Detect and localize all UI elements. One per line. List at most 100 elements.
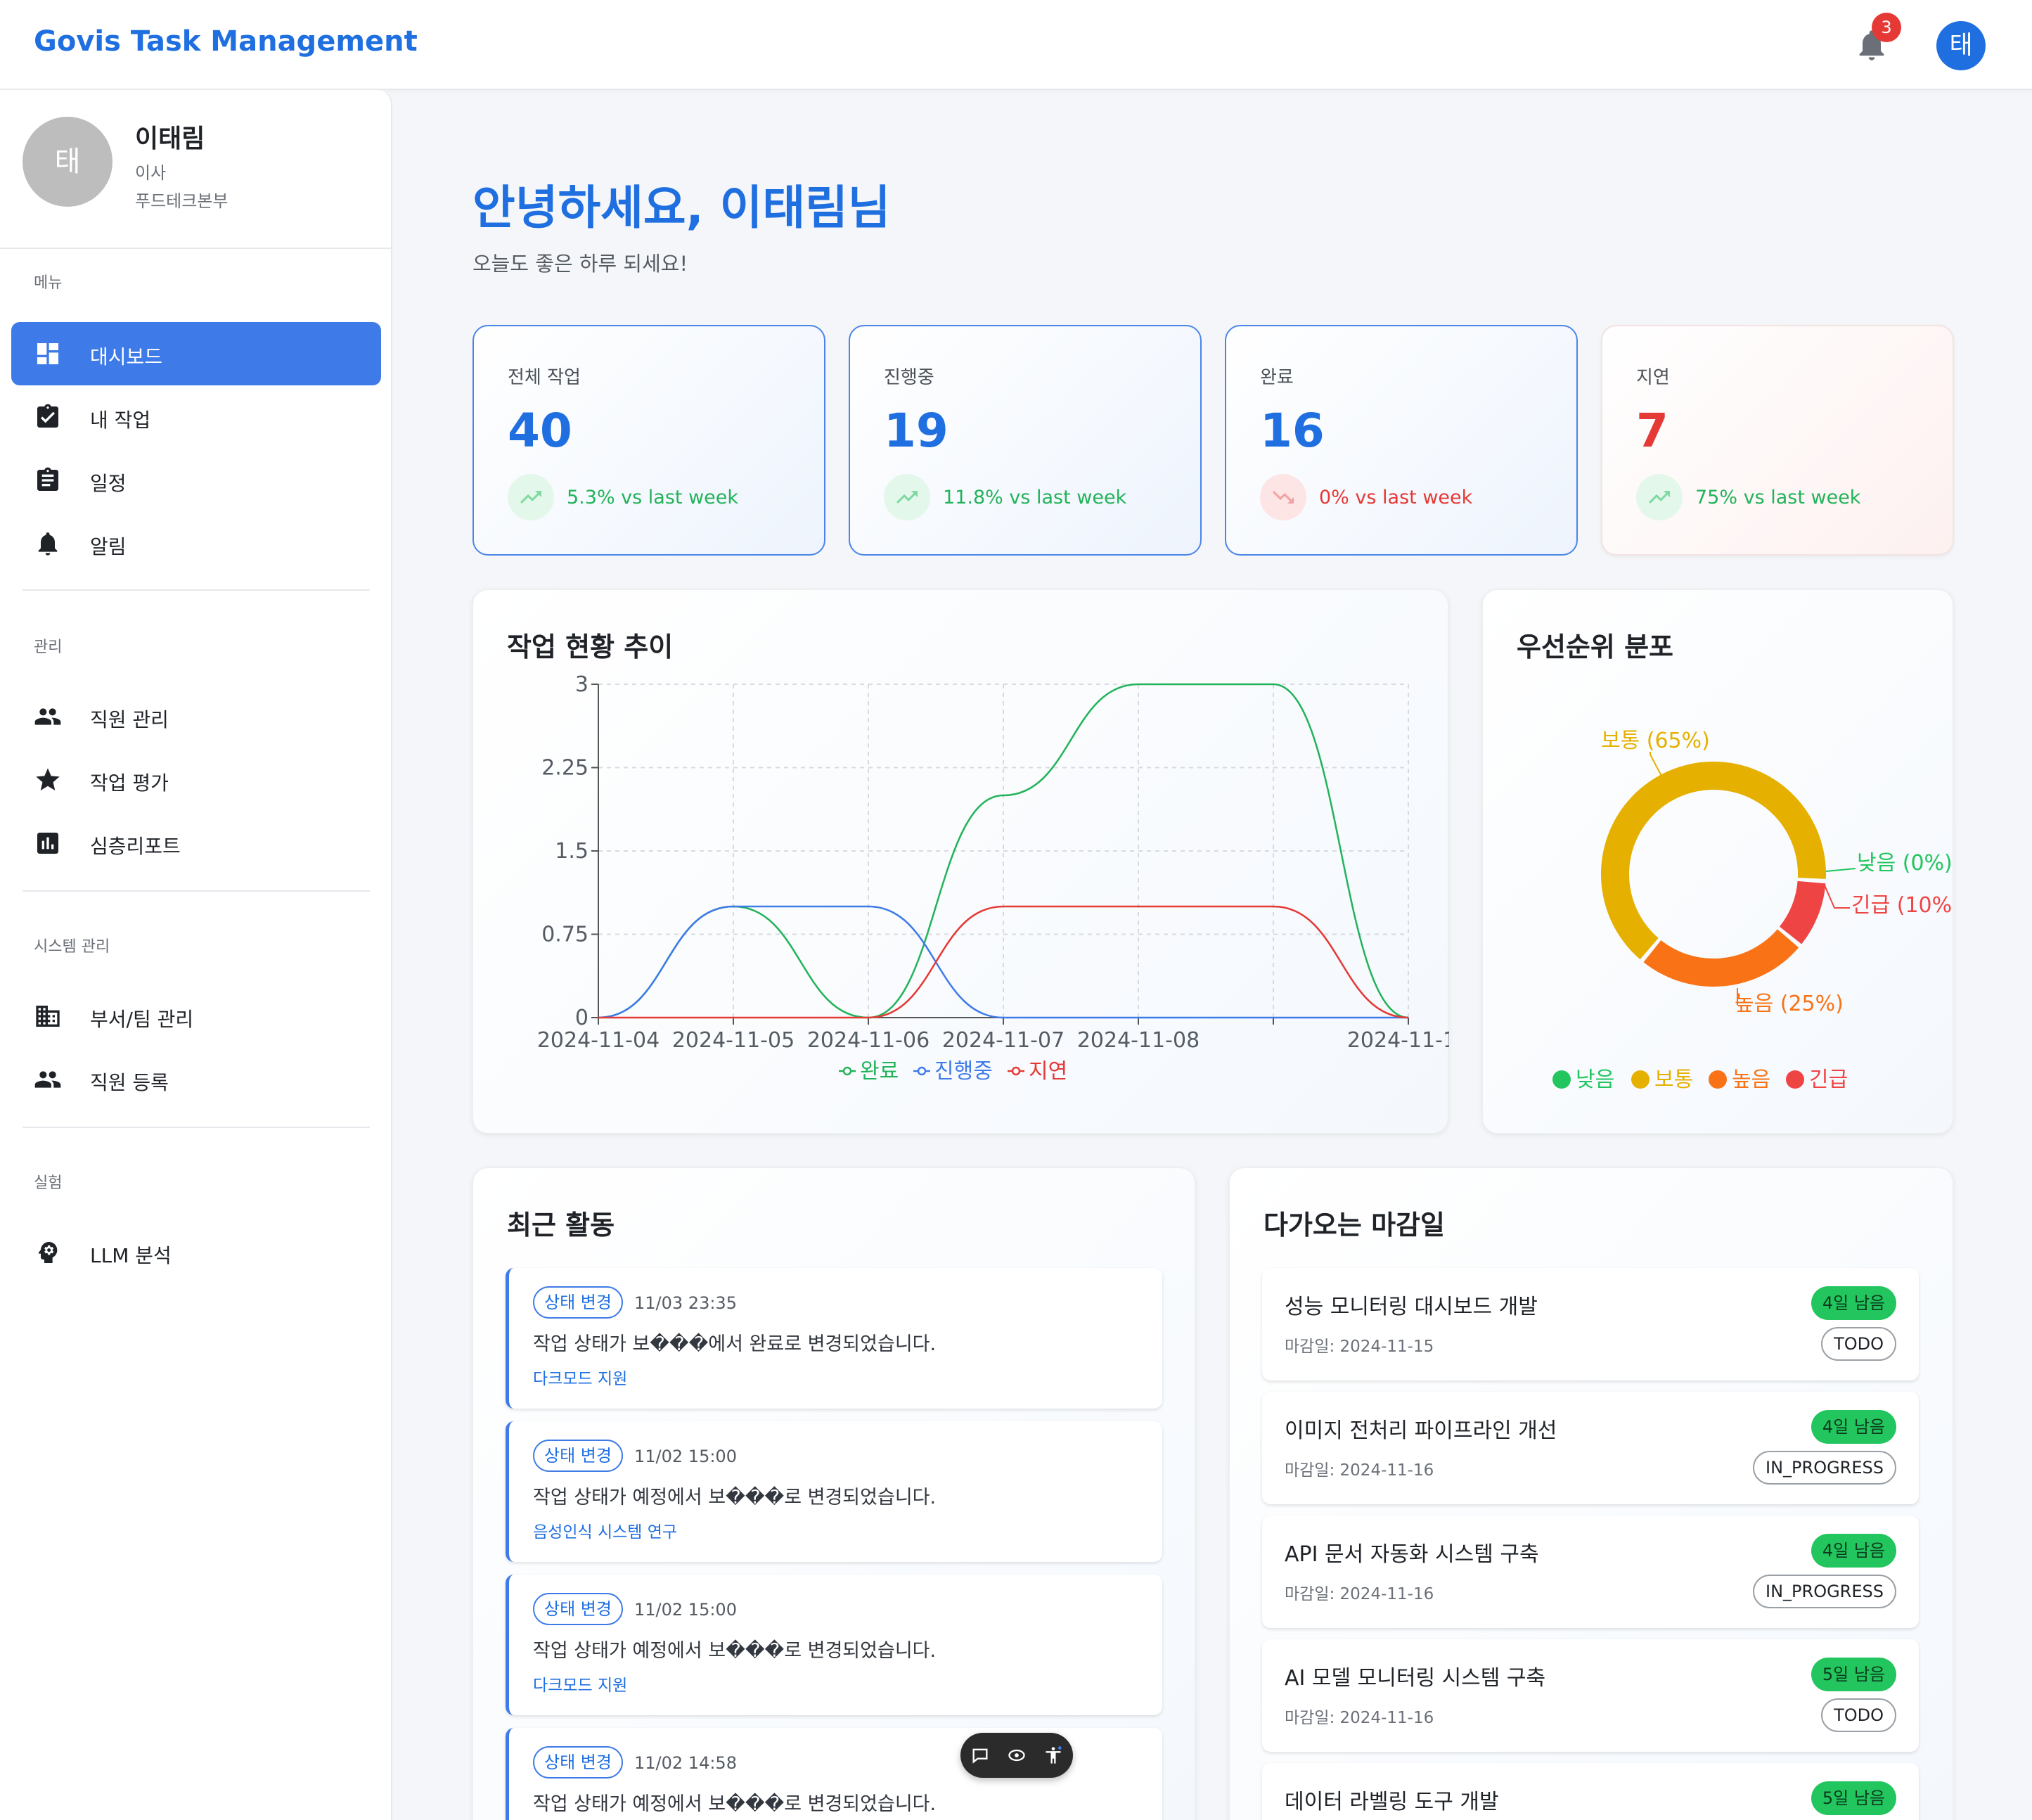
y-tick-label: 0.75	[541, 923, 589, 947]
eye-icon[interactable]	[1007, 1745, 1027, 1765]
people-icon	[34, 1071, 61, 1088]
days-remaining-badge: 4일 남음	[1811, 1410, 1896, 1444]
floating-toolbar	[960, 1733, 1073, 1778]
sidebar-item-label: LLM 분석	[90, 1244, 172, 1267]
activity-item[interactable]: 상태 변경 11/02 15:00 작업 상태가 예정에서 보���로 변경되었…	[506, 1421, 1162, 1562]
deadline-item[interactable]: API 문서 자동화 시스템 구축 마감일: 2024-11-16 4일 남음 …	[1262, 1515, 1919, 1628]
stat-value: 19	[884, 404, 949, 458]
legend-dot	[1786, 1070, 1804, 1089]
profile-role: 이사	[135, 163, 167, 183]
sidebar-item-my-tasks[interactable]: 내 작업	[11, 385, 381, 449]
user-avatar[interactable]: 태	[1936, 21, 1986, 70]
stat-label: 진행중	[884, 367, 934, 388]
section-label-experiment: 실험	[34, 1174, 63, 1192]
sidebar-item-task-evaluation[interactable]: 작업 평가	[11, 748, 381, 812]
activity-tag: 상태 변경	[533, 1286, 623, 1319]
sidebar-item-llm-analysis[interactable]: LLM 분석	[11, 1221, 381, 1284]
y-tick-label: 3	[575, 672, 589, 697]
deadline-task-title: 이미지 전처리 파이프라인 개선	[1285, 1418, 1557, 1443]
activity-tag: 상태 변경	[533, 1593, 623, 1625]
stat-label: 완료	[1260, 367, 1294, 388]
sidebar: 태 이태림 이사 푸드테크본부 메뉴 대시보드 내 작업 일정 알림 관리 직원…	[0, 90, 392, 1820]
stat-label: 전체 작업	[508, 367, 581, 388]
stat-card-in-progress[interactable]: 진행중 19 11.8% vs last week	[849, 325, 1202, 556]
upcoming-deadlines-panel: 다가오는 마감일 성능 모니터링 대시보드 개발 마감일: 2024-11-15…	[1229, 1167, 1953, 1820]
sidebar-item-label: 심층리포트	[90, 835, 181, 858]
app-brand[interactable]: Govis Task Management	[34, 25, 418, 58]
sidebar-item-employee-management[interactable]: 직원 관리	[11, 685, 381, 748]
stat-value: 16	[1260, 404, 1325, 458]
stat-trend: 5.3% vs last week	[567, 487, 739, 508]
chat-bubble-icon[interactable]	[970, 1745, 990, 1765]
days-remaining-badge: 4일 남음	[1811, 1534, 1896, 1568]
y-tick-label: 0	[575, 1006, 589, 1030]
section-label-management: 관리	[34, 639, 63, 656]
deadline-date: 마감일: 2024-11-16	[1285, 1585, 1434, 1603]
x-tick-label: 2024-11-08	[1077, 1028, 1200, 1053]
trend-up-icon	[884, 474, 930, 520]
donut-slice-긴급	[1779, 880, 1826, 944]
section-divider	[22, 890, 370, 892]
sidebar-item-schedule[interactable]: 일정	[11, 449, 381, 512]
people-icon	[34, 708, 61, 725]
x-tick-label: 2024-11-06	[807, 1028, 930, 1053]
trend-up-icon	[508, 474, 554, 520]
sidebar-item-label: 부서/팀 관리	[90, 1008, 194, 1031]
stat-trend: 0% vs last week	[1319, 487, 1473, 508]
activity-task-link[interactable]: 다크모드 지원	[533, 1365, 627, 1389]
legend-dot	[1552, 1070, 1571, 1089]
sidebar-item-notifications[interactable]: 알림	[11, 512, 381, 575]
activity-item[interactable]: 상태 변경 11/02 15:00 작업 상태가 예정에서 보���로 변경되었…	[506, 1575, 1162, 1715]
stat-card-completed[interactable]: 완료 16 0% vs last week	[1225, 325, 1578, 556]
legend-label: 완료	[860, 1059, 899, 1084]
deadlines-title: 다가오는 마감일	[1263, 1210, 1445, 1241]
donut-slice-높음	[1643, 929, 1799, 987]
sidebar-item-dashboard[interactable]: 대시보드	[11, 322, 381, 385]
sidebar-item-label: 직원 등록	[90, 1071, 169, 1094]
x-tick-label: 2024-11-04	[537, 1028, 660, 1053]
clipboard-icon	[37, 467, 58, 491]
deadline-date: 마감일: 2024-11-16	[1285, 1461, 1434, 1480]
task-check-icon	[37, 404, 58, 428]
deadline-item[interactable]: 데이터 라벨링 도구 개발 5일 남음	[1262, 1763, 1919, 1820]
days-remaining-badge: 5일 남음	[1811, 1658, 1896, 1691]
stat-value: 7	[1636, 404, 1668, 458]
activity-title: 최근 활동	[507, 1210, 615, 1241]
activity-time: 11/03 23:35	[634, 1293, 737, 1313]
days-remaining-badge: 5일 남음	[1811, 1781, 1896, 1815]
sidebar-item-label: 일정	[90, 472, 127, 495]
stat-value: 40	[508, 404, 572, 458]
sidebar-item-employee-registration[interactable]: 직원 등록	[11, 1048, 381, 1111]
dashboard-icon	[37, 343, 58, 364]
sidebar-item-deep-report[interactable]: 심층리포트	[11, 812, 381, 875]
bar-chart-icon	[37, 833, 58, 854]
activity-task-link[interactable]: 다크모드 지원	[533, 1672, 627, 1696]
days-remaining-badge: 4일 남음	[1811, 1286, 1896, 1320]
deadline-item[interactable]: 이미지 전처리 파이프라인 개선 마감일: 2024-11-16 4일 남음 I…	[1262, 1392, 1919, 1504]
page-subtitle: 오늘도 좋은 하루 되세요!	[472, 252, 688, 276]
activity-item[interactable]: 상태 변경 11/03 23:35 작업 상태가 보���에서 완료로 변경되었…	[506, 1268, 1162, 1409]
brain-gear-icon	[38, 1242, 58, 1263]
page-title: 안녕하세요, 이태림님	[472, 181, 891, 235]
legend-label: 진행중	[934, 1059, 993, 1084]
activity-text: 작업 상태가 예정에서 보���로 변경되었습니다.	[533, 1793, 937, 1815]
profile-divider	[0, 248, 392, 249]
deadline-item[interactable]: AI 모델 모니터링 시스템 구축 마감일: 2024-11-16 5일 남음 …	[1262, 1639, 1919, 1752]
deadline-task-title: 성능 모니터링 대시보드 개발	[1285, 1295, 1538, 1319]
legend-marker	[1011, 1066, 1021, 1076]
legend-marker	[842, 1066, 852, 1076]
deadline-task-title: 데이터 라벨링 도구 개발	[1285, 1790, 1499, 1814]
donut-chart: 보통 (65%) 낮음 (0%) 긴급 (10%) 높음 (25%) 낮음 보통 높음 긴급	[1552, 729, 1953, 1092]
stat-card-delayed[interactable]: 지연 7 75% vs last week	[1601, 325, 1954, 556]
activity-text: 작업 상태가 예정에서 보���로 변경되었습니다.	[533, 1640, 937, 1662]
slice-leader-line	[1650, 752, 1664, 779]
sidebar-item-dept-team[interactable]: 부서/팀 관리	[11, 985, 381, 1048]
stat-card-total[interactable]: 전체 작업 40 5.3% vs last week	[472, 325, 825, 556]
y-tick-label: 2.25	[541, 756, 589, 781]
activity-task-link[interactable]: 음성인식 시스템 연구	[533, 1518, 677, 1542]
profile-department: 푸드테크본부	[135, 191, 229, 211]
deadline-task-title: AI 모델 모니터링 시스템 구축	[1285, 1666, 1546, 1691]
slice-label: 보통 (65%)	[1601, 729, 1710, 753]
deadline-item[interactable]: 성능 모니터링 대시보드 개발 마감일: 2024-11-15 4일 남음 TO…	[1262, 1268, 1919, 1380]
accessibility-icon[interactable]	[1043, 1745, 1063, 1765]
